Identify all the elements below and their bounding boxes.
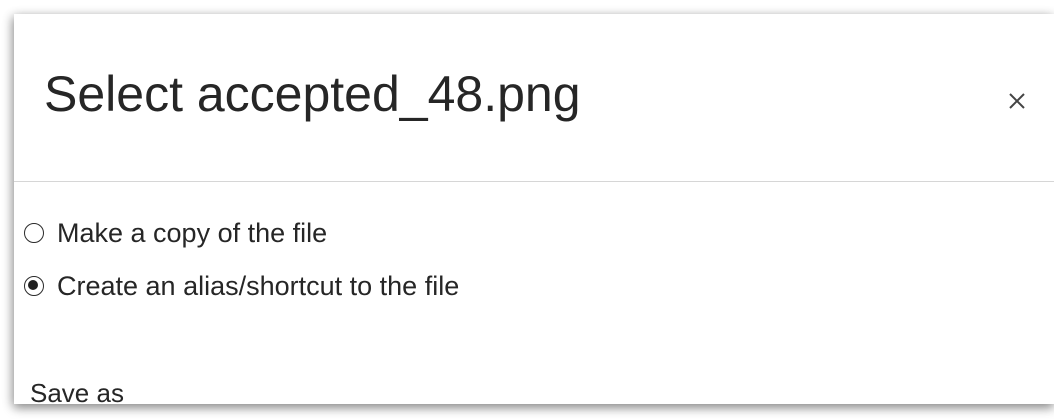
dialog-header: Select accepted_48.png <box>14 14 1054 182</box>
option-make-copy-label: Make a copy of the file <box>57 217 328 248</box>
dialog-title: Select accepted_48.png <box>44 66 581 122</box>
close-icon <box>1009 93 1025 109</box>
close-button[interactable] <box>1000 84 1034 118</box>
option-create-alias-label: Create an alias/shortcut to the file <box>57 270 460 301</box>
radio-make-copy[interactable] <box>24 223 44 243</box>
radio-create-alias[interactable] <box>24 276 44 296</box>
save-as-label: Save as <box>30 378 124 404</box>
option-make-copy[interactable]: Make a copy of the file <box>24 215 327 251</box>
select-file-dialog: Select accepted_48.png Make a copy of th… <box>14 14 1054 404</box>
option-create-alias[interactable]: Create an alias/shortcut to the file <box>24 268 459 304</box>
